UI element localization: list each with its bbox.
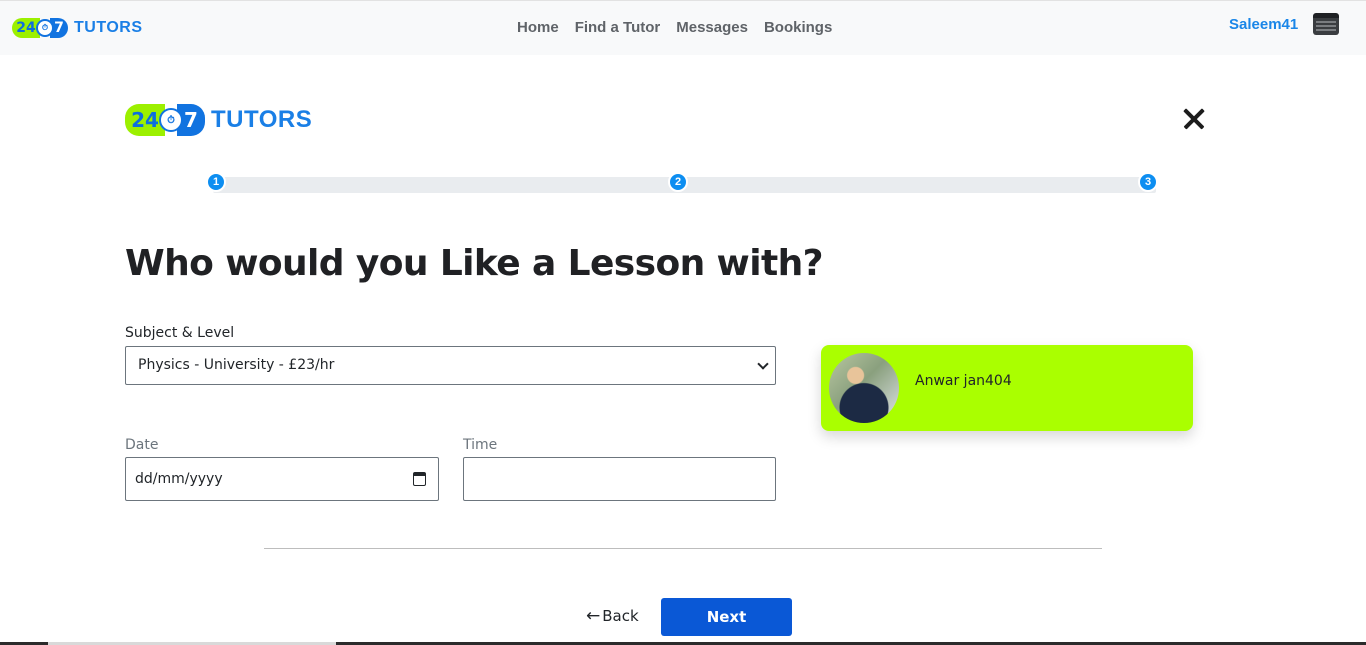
- nav-link-bookings[interactable]: Bookings: [764, 19, 832, 36]
- chevron-down-icon: [757, 358, 769, 370]
- step-indicator-2: 2: [668, 172, 688, 192]
- nav-link-find-a-tutor[interactable]: Find a Tutor: [575, 19, 661, 36]
- clock-icon: ⏱: [36, 19, 54, 37]
- step-indicator-3: 3: [1138, 172, 1158, 192]
- date-placeholder: dd/mm/yyyy: [135, 471, 223, 487]
- back-label: Back: [602, 607, 639, 625]
- divider: [264, 548, 1102, 549]
- time-field[interactable]: [463, 457, 776, 501]
- next-button[interactable]: Next: [661, 598, 792, 636]
- user-menu-icon[interactable]: [1313, 13, 1339, 35]
- avatar: [829, 353, 899, 423]
- logo-wordmark: TUTORS: [211, 106, 313, 133]
- wizard-brand-logo: 24 ⏱ 7 TUTORS: [125, 103, 312, 137]
- logo-wordmark: TUTORS: [74, 19, 143, 36]
- subject-level-select[interactable]: Physics - University - £23/hr: [125, 346, 776, 385]
- back-button[interactable]: ← Back: [586, 607, 639, 625]
- date-label: Date: [125, 437, 159, 453]
- step-indicator-1: 1: [206, 172, 226, 192]
- calendar-icon[interactable]: [413, 472, 426, 486]
- tutor-card[interactable]: Anwar jan404: [821, 345, 1193, 431]
- top-navbar: 24 ⏱ 7 TUTORS Home Find a Tutor Messages…: [0, 0, 1366, 55]
- brand-logo[interactable]: 24 ⏱ 7 TUTORS: [12, 17, 142, 39]
- nav-link-home[interactable]: Home: [517, 19, 559, 36]
- close-icon[interactable]: [1180, 104, 1210, 134]
- clock-icon: ⏱: [159, 108, 183, 132]
- page-title: Who would you Like a Lesson with?: [125, 243, 823, 284]
- tutor-name: Anwar jan404: [915, 373, 1012, 389]
- subject-level-label: Subject & Level: [125, 325, 235, 341]
- time-label: Time: [463, 437, 498, 453]
- subject-level-value: Physics - University - £23/hr: [138, 357, 335, 373]
- date-field[interactable]: dd/mm/yyyy: [125, 457, 439, 501]
- nav-link-messages[interactable]: Messages: [676, 19, 748, 36]
- username-link[interactable]: Saleem41: [1229, 16, 1298, 33]
- main-nav: Home Find a Tutor Messages Bookings: [517, 19, 832, 36]
- arrow-left-icon: ←: [586, 605, 601, 626]
